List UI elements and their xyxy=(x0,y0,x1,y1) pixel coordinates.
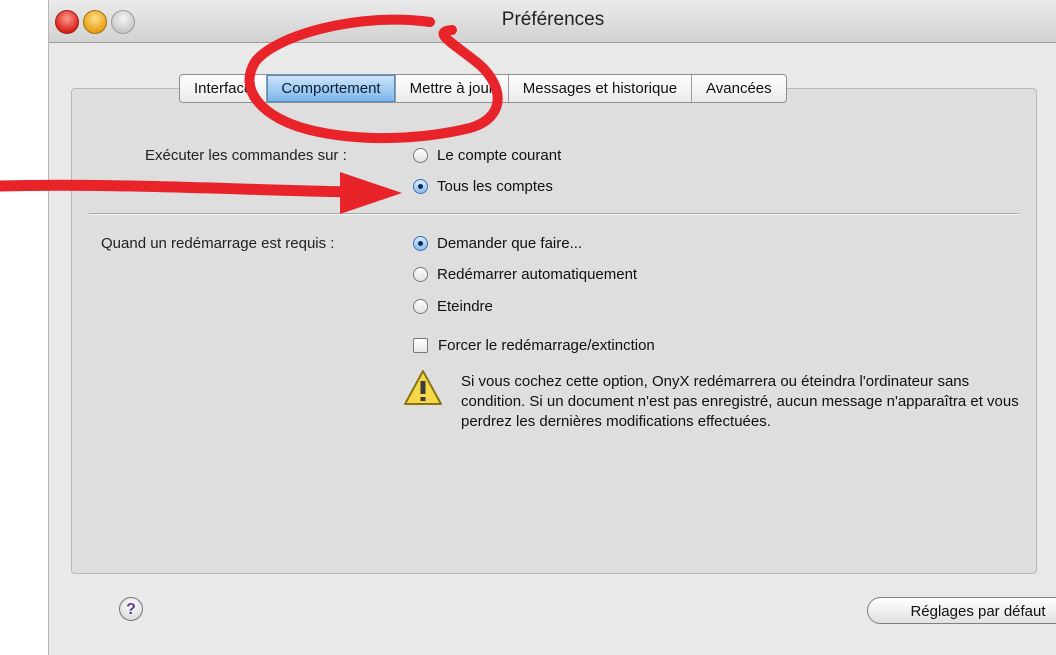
radio-restart-automatically[interactable]: Redémarrer automatiquement xyxy=(413,266,637,283)
radio-shut-down[interactable]: Eteindre xyxy=(413,298,493,315)
radio-button[interactable] xyxy=(413,148,428,163)
radio-label: Le compte courant xyxy=(437,147,562,164)
radio-label: Redémarrer automatiquement xyxy=(437,266,638,283)
radio-button[interactable] xyxy=(413,236,428,251)
preferences-window: Préférences Interface Comportement Mettr… xyxy=(48,0,1056,655)
checkbox-label: Forcer le redémarrage/extinction xyxy=(438,337,655,354)
radio-label: Demander que faire... xyxy=(437,235,583,252)
execute-commands-label: Exécuter les commandes sur : xyxy=(145,147,347,164)
tab-comportement[interactable]: Comportement xyxy=(267,75,396,102)
tab-mettre-a-jour[interactable]: Mettre à jour xyxy=(396,75,509,102)
radio-all-accounts[interactable]: Tous les comptes xyxy=(413,178,553,195)
radio-current-account[interactable]: Le compte courant xyxy=(413,147,561,164)
window-title: Préférences xyxy=(501,9,605,30)
separator xyxy=(89,213,1019,215)
tab-avancees[interactable]: Avancées xyxy=(692,75,786,102)
tab-interface[interactable]: Interface xyxy=(180,75,268,102)
title-bar: Préférences xyxy=(49,0,1056,43)
warning-text: Si vous cochez cette option, OnyX redéma… xyxy=(461,373,1019,430)
help-icon[interactable]: ? xyxy=(119,597,143,621)
radio-ask-what-to-do[interactable]: Demander que faire... xyxy=(413,235,582,252)
radio-button[interactable] xyxy=(413,179,428,194)
radio-button[interactable] xyxy=(413,299,428,314)
tab-messages-historique[interactable]: Messages et historique xyxy=(509,75,693,102)
default-settings-button[interactable]: Réglages par défaut xyxy=(867,597,1056,624)
radio-button[interactable] xyxy=(413,267,428,282)
tab-bar: Interface Comportement Mettre à jour Mes… xyxy=(179,74,787,103)
warning-icon xyxy=(404,370,442,405)
checkbox-force-restart[interactable]: Forcer le redémarrage/extinction xyxy=(413,337,655,354)
checkbox[interactable] xyxy=(413,338,428,353)
radio-label: Tous les comptes xyxy=(437,178,553,195)
restart-required-label: Quand un redémarrage est requis : xyxy=(101,235,335,252)
radio-label: Eteindre xyxy=(437,298,493,315)
